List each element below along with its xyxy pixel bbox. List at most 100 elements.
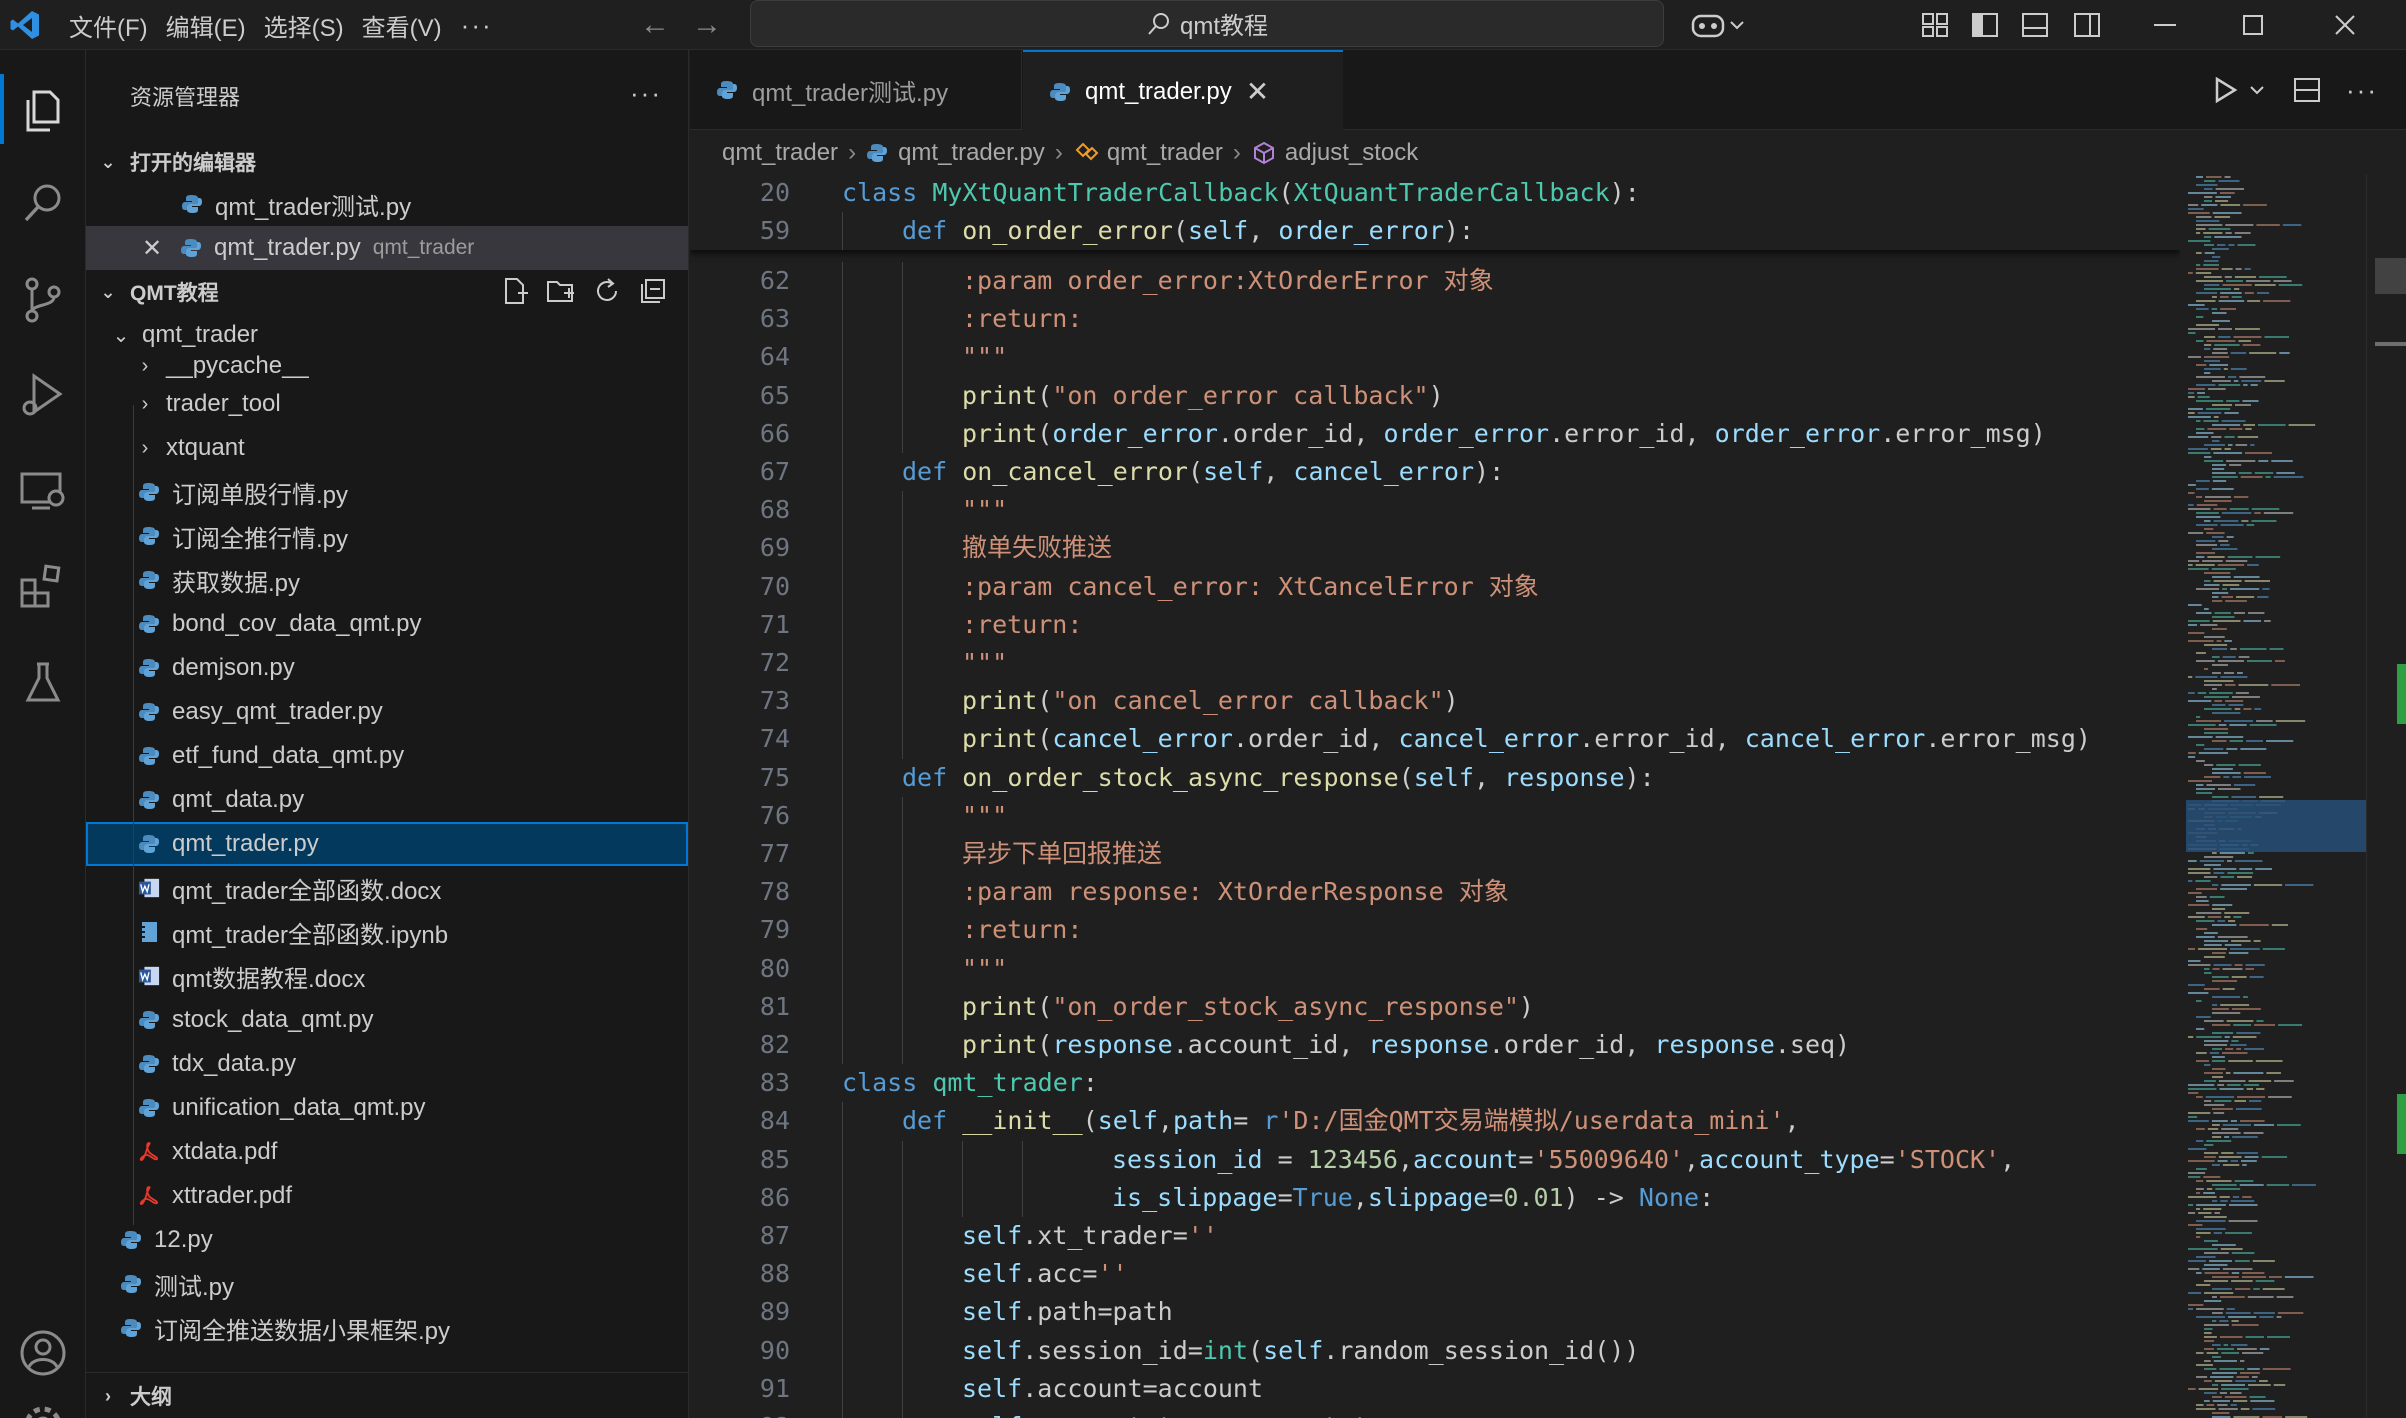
outline-section[interactable]: › 大纲: [86, 1372, 688, 1418]
search-icon[interactable]: [0, 158, 86, 248]
tree-file[interactable]: etf_fund_data_qmt.py: [86, 734, 688, 778]
toggle-secondary-sidebar-icon[interactable]: [2070, 8, 2104, 42]
code-line[interactable]: :return:: [962, 606, 1082, 644]
open-editor-item[interactable]: qmt_trader测试.py: [86, 182, 688, 226]
open-editors-section[interactable]: ⌄ 打开的编辑器: [86, 142, 688, 182]
tree-file[interactable]: bond_cov_data_qmt.py: [86, 602, 688, 646]
menu-view[interactable]: 查看(V): [353, 8, 451, 43]
code-line[interactable]: print("on order_error callback"): [962, 377, 1444, 415]
code-line[interactable]: """: [962, 338, 1007, 376]
explorer-more-icon[interactable]: ···: [630, 78, 662, 109]
sticky-scroll-header[interactable]: 20 class MyXtQuantTraderCallback(XtQuantT…: [690, 174, 2180, 250]
code-line[interactable]: :param order_error:XtOrderError 对象: [962, 262, 1494, 300]
code-line[interactable]: print("on cancel_error callback"): [962, 682, 1459, 720]
testing-flask-icon[interactable]: [0, 638, 86, 728]
code-line[interactable]: self.xt_trader='': [962, 1217, 1218, 1255]
collapse-all-icon[interactable]: [638, 276, 668, 306]
project-section[interactable]: ⌄ QMT教程: [86, 270, 688, 314]
back-arrow-icon[interactable]: ←: [637, 8, 673, 42]
tree-file-selected[interactable]: qmt_trader.py: [86, 822, 688, 866]
vertical-scrollbar[interactable]: [2366, 174, 2406, 1418]
toggle-primary-sidebar-icon[interactable]: [1968, 8, 2002, 42]
code-line[interactable]: 撤单失败推送: [962, 529, 1112, 567]
code-line[interactable]: """: [962, 491, 1007, 529]
source-control-icon[interactable]: [0, 254, 86, 344]
code-line[interactable]: class MyXtQuantTraderCallback(XtQuantTra…: [842, 174, 1640, 212]
tree-file[interactable]: 订阅全推行情.py: [86, 514, 688, 558]
tree-file[interactable]: xtdata.pdf: [86, 1130, 688, 1174]
tree-file[interactable]: 订阅单股行情.py: [86, 470, 688, 514]
tree-file[interactable]: 测试.py: [86, 1262, 688, 1306]
split-editor-icon[interactable]: [2292, 75, 2322, 105]
new-folder-icon[interactable]: [546, 276, 576, 306]
code-line[interactable]: print(cancel_error.order_id, cancel_erro…: [962, 720, 2091, 758]
new-file-icon[interactable]: [500, 276, 530, 306]
maximize-icon[interactable]: [2228, 8, 2278, 42]
remote-explorer-icon[interactable]: [0, 446, 86, 536]
run-python-file-icon[interactable]: [2208, 73, 2242, 107]
code-editor[interactable]: 20 class MyXtQuantTraderCallback(XtQuantT…: [690, 174, 2180, 1418]
code-line[interactable]: :return:: [962, 300, 1082, 338]
code-line[interactable]: print(order_error.order_id, order_error.…: [962, 415, 2046, 453]
tree-file[interactable]: unification_data_qmt.py: [86, 1086, 688, 1130]
code-line[interactable]: def on_order_stock_async_response(self, …: [902, 759, 1655, 797]
editor-more-icon[interactable]: ···: [2346, 75, 2378, 106]
code-line[interactable]: class qmt_trader:: [842, 1064, 1098, 1102]
run-debug-icon[interactable]: [0, 350, 86, 440]
open-editor-item-active[interactable]: ✕ qmt_trader.py qmt_trader: [86, 226, 688, 270]
explorer-icon[interactable]: [0, 64, 86, 154]
tree-file[interactable]: 获取数据.py: [86, 558, 688, 602]
customize-layout-icon[interactable]: [1918, 8, 1952, 42]
code-line[interactable]: print("on_order_stock_async_response"): [962, 988, 1534, 1026]
tree-file[interactable]: qmt_data.py: [86, 778, 688, 822]
scrollbar-thumb[interactable]: [2375, 258, 2406, 294]
code-line[interactable]: """: [962, 797, 1007, 835]
minimap-viewport-highlight[interactable]: [2186, 800, 2366, 852]
close-window-icon[interactable]: [2320, 8, 2370, 42]
code-line[interactable]: self.account_type=account_type: [962, 1408, 1414, 1418]
breadcrumb-class[interactable]: qmt_trader: [1107, 139, 1223, 167]
breadcrumb-method[interactable]: adjust_stock: [1285, 139, 1418, 167]
tree-file[interactable]: easy_qmt_trader.py: [86, 690, 688, 734]
tree-file[interactable]: tdx_data.py: [86, 1042, 688, 1086]
tree-file[interactable]: xttrader.pdf: [86, 1174, 688, 1218]
tree-file[interactable]: 12.py: [86, 1218, 688, 1262]
code-line[interactable]: def on_cancel_error(self, cancel_error):: [902, 453, 1504, 491]
breadcrumb-file[interactable]: qmt_trader.py: [898, 139, 1045, 167]
copilot-icon[interactable]: [1690, 8, 1750, 42]
code-line[interactable]: """: [962, 950, 1007, 988]
breadcrumb-folder[interactable]: qmt_trader: [722, 139, 838, 167]
close-icon[interactable]: ✕: [142, 234, 170, 263]
code-line[interactable]: print(response.account_id, response.orde…: [962, 1026, 1850, 1064]
menu-more-icon[interactable]: ···: [451, 10, 503, 41]
vscode-logo-icon[interactable]: [8, 8, 42, 42]
tree-folder[interactable]: › xtquant: [86, 426, 688, 470]
settings-gear-icon[interactable]: [0, 1380, 86, 1418]
extensions-icon[interactable]: [0, 542, 86, 632]
run-dropdown-chevron-icon[interactable]: [2246, 79, 2268, 101]
code-line[interactable]: self.path=path: [962, 1293, 1173, 1331]
code-line[interactable]: def __init__(self,path= r'D:/国金QMT交易端模拟/…: [902, 1102, 1800, 1140]
toggle-panel-icon[interactable]: [2018, 8, 2052, 42]
code-line[interactable]: self.acc='': [962, 1255, 1128, 1293]
tab-qmt-trader-test[interactable]: qmt_trader测试.py: [690, 50, 1022, 130]
tab-qmt-trader[interactable]: qmt_trader.py ✕: [1023, 50, 1343, 131]
code-line[interactable]: """: [962, 644, 1007, 682]
code-line[interactable]: is_slippage=True,slippage=0.01) -> None:: [1112, 1179, 1714, 1217]
tree-folder[interactable]: › __pycache__: [86, 350, 688, 382]
menu-edit[interactable]: 编辑(E): [157, 8, 255, 43]
code-line[interactable]: :param response: XtOrderResponse 对象: [962, 873, 1509, 911]
menu-selection[interactable]: 选择(S): [255, 8, 353, 43]
forward-arrow-icon[interactable]: →: [689, 8, 725, 42]
menu-file[interactable]: 文件(F): [60, 8, 157, 43]
tree-file[interactable]: qmt_trader全部函数.ipynb: [86, 910, 688, 954]
tree-file[interactable]: demjson.py: [86, 646, 688, 690]
tree-file[interactable]: qmt数据教程.docx: [86, 954, 688, 998]
tree-file[interactable]: qmt_trader全部函数.docx: [86, 866, 688, 910]
code-line[interactable]: session_id = 123456,account='55009640',a…: [1112, 1141, 2015, 1179]
minimap[interactable]: [2180, 174, 2366, 1418]
command-center-search[interactable]: qmt教程: [750, 0, 1664, 47]
code-line[interactable]: :return:: [962, 911, 1082, 949]
minimize-icon[interactable]: [2140, 8, 2190, 42]
tree-file[interactable]: stock_data_qmt.py: [86, 998, 688, 1042]
